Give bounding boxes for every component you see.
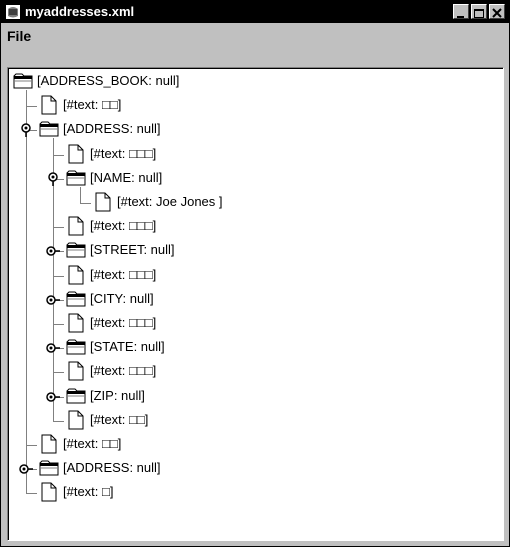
- document-icon: [68, 216, 84, 236]
- tree-node-text[interactable]: [#text: □]: [9, 482, 499, 506]
- tree-node-text[interactable]: [#text: □□□]: [9, 216, 499, 240]
- tree-node-label: [#text: □□]: [63, 97, 122, 113]
- tree-node-element[interactable]: [CITY: null]: [9, 289, 499, 313]
- tree-node-text[interactable]: [#text: □□□]: [9, 144, 499, 168]
- close-button[interactable]: [489, 4, 505, 19]
- tree-node-label: [STATE: null]: [90, 339, 165, 355]
- tree-node-label: [ADDRESS_BOOK: null]: [37, 73, 180, 88]
- folder-icon: [66, 170, 86, 186]
- tree-node-label: [#text: □□□]: [90, 218, 157, 234]
- document-icon: [68, 361, 84, 381]
- menu-bar: File: [1, 23, 509, 49]
- collapsed-toggle-icon[interactable]: [46, 341, 60, 355]
- tree-node-element[interactable]: [NAME: null]: [9, 168, 499, 192]
- folder-icon: [66, 242, 86, 258]
- folder-icon: [66, 388, 86, 404]
- minimize-button[interactable]: [453, 4, 469, 19]
- app-window: myaddresses.xml File [ADDRESS_BOOK: null…: [0, 0, 510, 547]
- tree-node-text[interactable]: [#text: □□□]: [9, 361, 499, 385]
- folder-icon: [39, 460, 59, 476]
- tree-node-label: [ZIP: null]: [90, 387, 145, 403]
- tree-view[interactable]: [ADDRESS_BOOK: null] [#text: □□] [ADDRESS:…: [7, 67, 504, 541]
- maximize-icon: [474, 9, 484, 18]
- close-icon: [492, 8, 502, 18]
- tree-node-label: [#text: □]: [63, 484, 114, 500]
- tree-node-label: [#text: □□□]: [90, 315, 157, 330]
- tree-node-text[interactable]: [#text: Joe Jones ]: [9, 192, 499, 216]
- app-icon: [6, 5, 20, 19]
- collapsed-toggle-icon[interactable]: [46, 293, 60, 307]
- folder-icon: [66, 291, 86, 307]
- window-title: myaddresses.xml: [25, 4, 135, 19]
- collapsed-toggle-icon[interactable]: [46, 244, 60, 258]
- tree-node-text[interactable]: [#text: □□]: [9, 410, 499, 434]
- document-icon: [41, 434, 57, 454]
- folder-icon: [66, 339, 86, 355]
- tree-node-label: [#text: □□□]: [90, 145, 157, 161]
- tree-node-element[interactable]: [STREET: null]: [9, 240, 499, 264]
- tree-content: [ADDRESS_BOOK: null] [#text: □□] [ADDRESS:…: [8, 68, 503, 540]
- document-icon: [68, 265, 84, 285]
- document-icon: [68, 144, 84, 164]
- collapsed-toggle-icon[interactable]: [46, 390, 60, 404]
- folder-icon: [39, 121, 59, 137]
- tree-node-label: [#text: □□]: [90, 411, 149, 427]
- tree-node-label: [ADDRESS: null]: [63, 460, 161, 476]
- tree-node-element[interactable]: [ADDRESS_BOOK: null]: [9, 71, 499, 95]
- tree-node-label: [#text: □□]: [63, 436, 122, 451]
- tree-node-text[interactable]: [#text: □□□]: [9, 265, 499, 289]
- tree-node-element[interactable]: [ZIP: null]: [9, 386, 499, 410]
- tree-node-label: [NAME: null]: [90, 169, 163, 185]
- tree-node-label: [#text: Joe Jones ]: [117, 194, 223, 209]
- maximize-button[interactable]: [471, 4, 487, 19]
- collapsed-toggle-icon[interactable]: [19, 462, 33, 476]
- expanded-toggle-icon[interactable]: [19, 123, 33, 138]
- document-icon: [41, 95, 57, 115]
- document-icon: [68, 410, 84, 430]
- minimize-icon: [457, 16, 464, 18]
- tree-node-element[interactable]: [ADDRESS: null]: [9, 119, 499, 143]
- document-icon: [95, 192, 111, 212]
- tree-node-label: [#text: □□□]: [90, 266, 157, 282]
- tree-node-label: [ADDRESS: null]: [63, 121, 161, 137]
- tree-node-text[interactable]: [#text: □□]: [9, 434, 499, 458]
- tree-node-label: [STREET: null]: [90, 242, 175, 258]
- tree-node-element[interactable]: [STATE: null]: [9, 337, 499, 361]
- expanded-toggle-icon[interactable]: [46, 172, 60, 186]
- folder-icon: [13, 73, 33, 89]
- document-icon: [41, 482, 57, 502]
- menu-file[interactable]: File: [7, 28, 31, 44]
- tree-node-text[interactable]: [#text: □□]: [9, 95, 499, 119]
- title-bar[interactable]: myaddresses.xml: [1, 1, 509, 23]
- tree-node-label: [#text: □□□]: [90, 363, 157, 379]
- tree-node-label: [CITY: null]: [90, 290, 154, 306]
- tree-node-text[interactable]: [#text: □□□]: [9, 313, 499, 337]
- document-icon: [68, 313, 84, 333]
- tree-node-element[interactable]: [ADDRESS: null]: [9, 458, 499, 482]
